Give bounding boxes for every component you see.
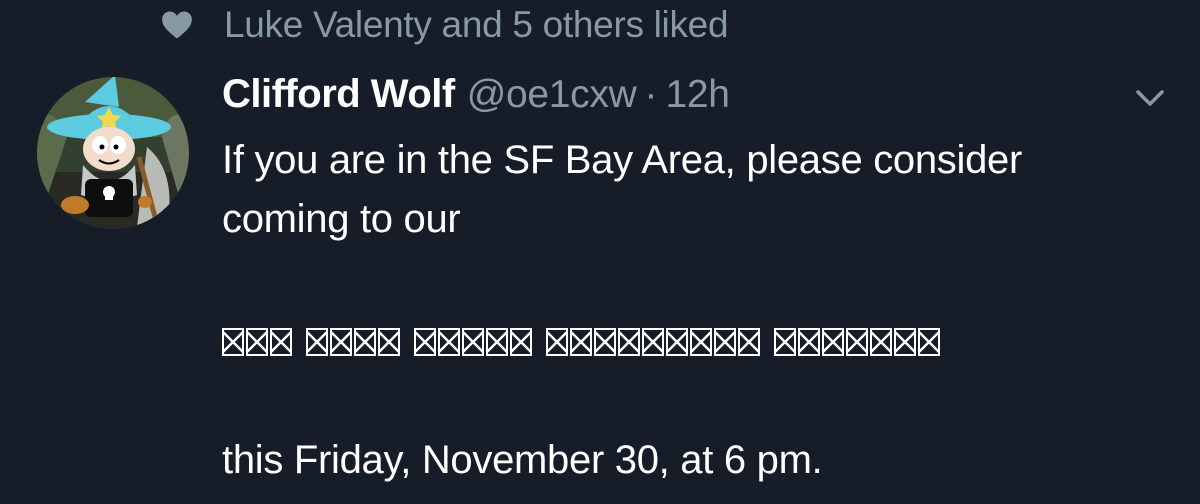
tweet-timestamp[interactable]: 12h (665, 73, 729, 117)
avatar[interactable] (37, 77, 189, 229)
missing-glyph-box (270, 328, 292, 356)
tweet-text-line: this Friday, November 30, at 6 pm. (222, 438, 823, 482)
missing-glyph-box (822, 328, 844, 356)
missing-glyph-box (462, 328, 484, 356)
tweet-header: Clifford Wolf @oe1cxw · 12h (222, 72, 730, 122)
social-context-text: Luke Valenty and 5 others liked (224, 4, 729, 45)
tweet-text-line: If you are in the SF Bay Area, please co… (222, 138, 1022, 182)
missing-glyph-box (798, 328, 820, 356)
social-context: Luke Valenty and 5 others liked (160, 2, 729, 48)
missing-glyph-box (330, 328, 352, 356)
missing-glyph-box (714, 328, 736, 356)
missing-glyph-box (306, 328, 328, 356)
missing-glyph-box (414, 328, 436, 356)
separator-dot: · (644, 73, 658, 116)
missing-glyph-box (918, 328, 940, 356)
missing-glyph-box (738, 328, 760, 356)
author-name[interactable]: Clifford Wolf (222, 72, 455, 117)
missing-glyph-box (438, 328, 460, 356)
author-handle[interactable]: @oe1cxw (467, 73, 637, 117)
missing-glyph-box (690, 328, 712, 356)
missing-glyph-box (846, 328, 868, 356)
heart-icon (162, 11, 192, 39)
unrendered-glyph-line (222, 318, 942, 363)
chevron-down-icon[interactable] (1130, 84, 1170, 114)
missing-glyph-box (222, 328, 244, 356)
missing-glyph-box (354, 328, 376, 356)
missing-glyph-box (774, 328, 796, 356)
tweet-screen: Luke Valenty and 5 others liked Clifford… (0, 0, 1200, 504)
missing-glyph-box (486, 328, 508, 356)
missing-glyph-box (870, 328, 892, 356)
avatar-image (37, 77, 189, 229)
missing-glyph-box (894, 328, 916, 356)
tweet-text-line: coming to our (222, 197, 461, 241)
missing-glyph-box (510, 328, 532, 356)
missing-glyph-box (618, 328, 640, 356)
missing-glyph-box (378, 328, 400, 356)
missing-glyph-box (594, 328, 616, 356)
missing-glyph-box (246, 328, 268, 356)
missing-glyph-box (642, 328, 664, 356)
missing-glyph-box (546, 328, 568, 356)
missing-glyph-box (666, 328, 688, 356)
missing-glyph-box (570, 328, 592, 356)
